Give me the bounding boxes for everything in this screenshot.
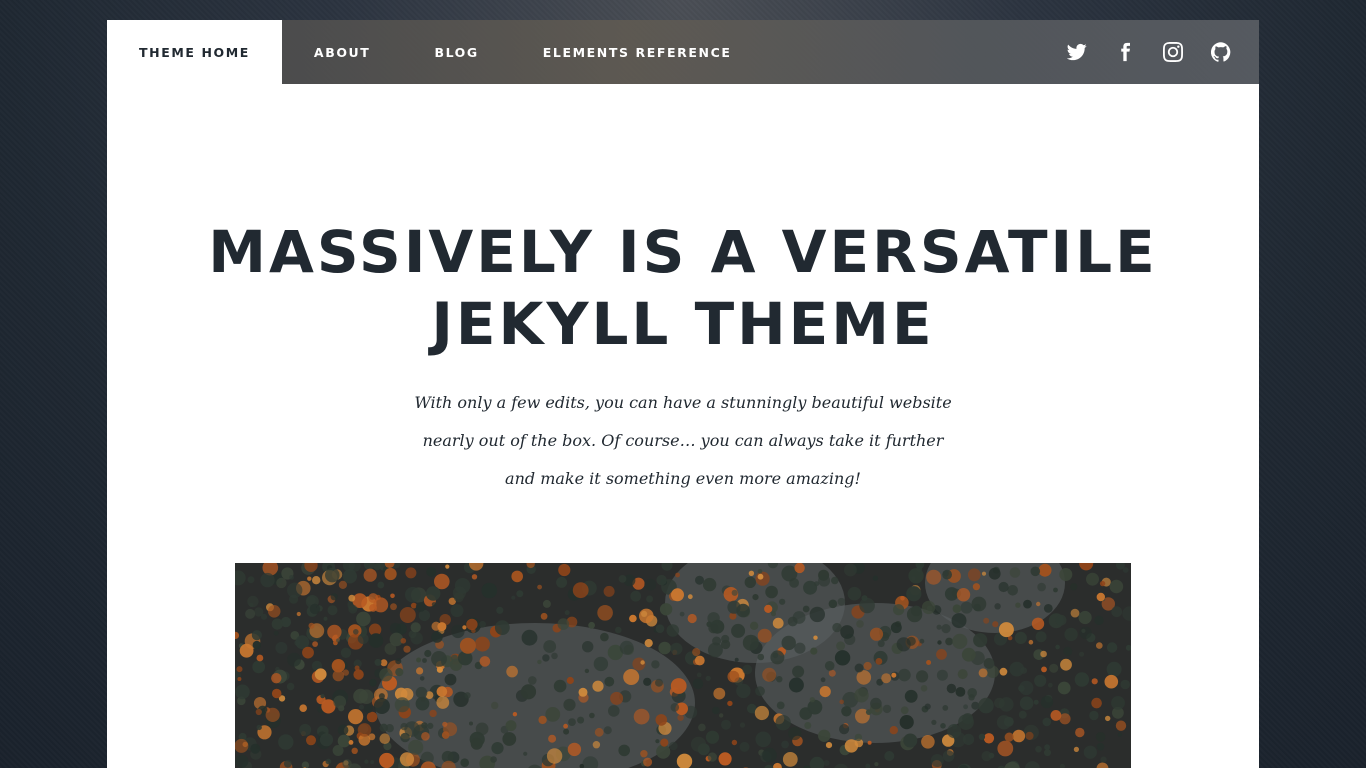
nav-link-about[interactable]: About	[282, 20, 403, 84]
nav-link-theme-home[interactable]: Theme Home	[107, 20, 282, 84]
facebook-icon[interactable]	[1113, 40, 1137, 64]
twitter-icon[interactable]	[1065, 40, 1089, 64]
autumn-forest-image	[235, 563, 1131, 768]
hero-image[interactable]	[235, 563, 1131, 768]
lead-line-3: and make it something even more amazing!	[505, 469, 861, 488]
top-nav: Theme Home About Blog Elements Reference	[107, 20, 1259, 84]
title-line-2: Jekyll theme	[431, 290, 935, 358]
intro-lead: With only a few edits, you can have a st…	[403, 384, 963, 498]
lead-line-1: With only a few edits, you can have a st…	[414, 393, 952, 412]
title-line-1: Massively is a versatile	[208, 218, 1158, 286]
page-wrapper: Theme Home About Blog Elements Reference…	[107, 20, 1259, 768]
main-content: Massively is a versatile Jekyll theme Wi…	[107, 84, 1259, 768]
nav-link-blog[interactable]: Blog	[402, 20, 510, 84]
social-icons	[1041, 20, 1259, 84]
github-icon[interactable]	[1209, 40, 1233, 64]
instagram-icon[interactable]	[1161, 40, 1185, 64]
page-title: Massively is a versatile Jekyll theme	[107, 216, 1259, 360]
nav-links: Theme Home About Blog Elements Reference	[107, 20, 764, 84]
lead-line-2: nearly out of the box. Of course… you ca…	[422, 431, 944, 450]
nav-link-elements-reference[interactable]: Elements Reference	[511, 20, 764, 84]
